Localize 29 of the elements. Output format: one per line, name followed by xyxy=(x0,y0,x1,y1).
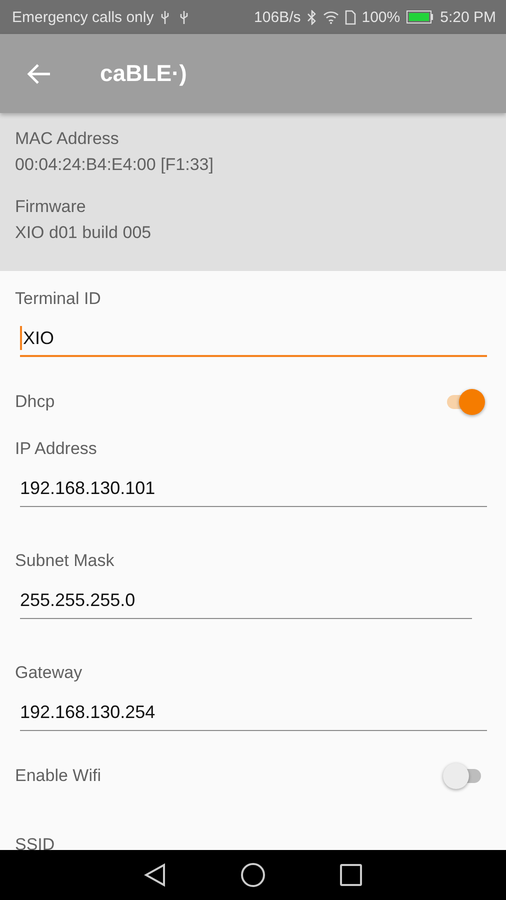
field-label: Gateway xyxy=(15,663,84,683)
field-label: SSID xyxy=(15,835,56,850)
switch-label: Dhcp xyxy=(15,392,55,412)
battery-icon xyxy=(406,10,434,24)
app-title: caBLE·) xyxy=(100,60,187,87)
back-arrow-icon[interactable] xyxy=(26,62,52,84)
back-icon[interactable] xyxy=(144,863,166,887)
field-label: IP Address xyxy=(15,439,98,459)
wifi-icon xyxy=(322,10,339,24)
home-icon[interactable] xyxy=(240,862,266,888)
info-label: MAC Address xyxy=(15,129,120,149)
text-input[interactable]: 192.168.130.254 xyxy=(20,695,487,731)
clock: 5:20 PM xyxy=(440,8,496,26)
recents-icon[interactable] xyxy=(340,864,362,886)
text-input[interactable]: 192.168.130.101 xyxy=(20,471,487,507)
field-label: Subnet Mask xyxy=(15,551,116,571)
info-value: XIO d01 build 005 xyxy=(15,223,152,243)
bluetooth-icon xyxy=(306,10,317,24)
info-value: 00:04:24:B4:E4:00 [F1:33] xyxy=(15,155,214,175)
sim-icon xyxy=(344,10,356,24)
usb-icon xyxy=(160,10,190,24)
text-input[interactable]: XIO xyxy=(20,321,487,357)
field-label: Terminal ID xyxy=(15,289,102,309)
network-speed: 106B/s xyxy=(254,8,301,26)
switch-label: Enable Wifi xyxy=(15,766,101,786)
battery-percent: 100% xyxy=(362,8,400,26)
text-input[interactable]: 255.255.255.0 xyxy=(20,583,472,619)
carrier-text: Emergency calls only xyxy=(12,8,154,26)
info-label: Firmware xyxy=(15,197,87,217)
